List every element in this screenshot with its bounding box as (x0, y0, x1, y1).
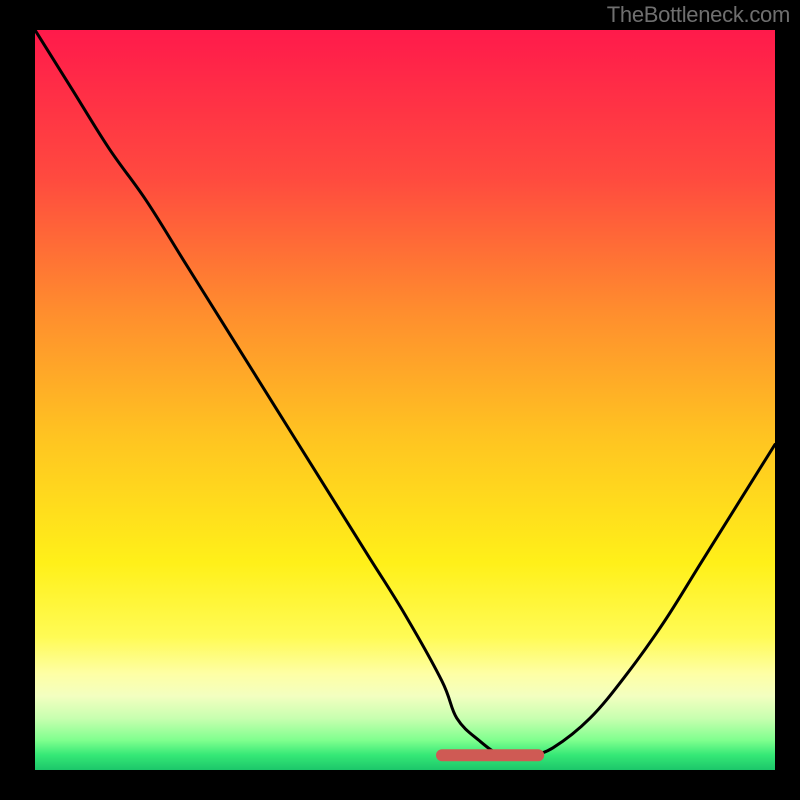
watermark-label: TheBottleneck.com (607, 2, 790, 28)
curve-layer (35, 30, 775, 770)
chart-frame: TheBottleneck.com (0, 0, 800, 800)
plot-area (35, 30, 775, 770)
bottleneck-curve (35, 30, 775, 756)
